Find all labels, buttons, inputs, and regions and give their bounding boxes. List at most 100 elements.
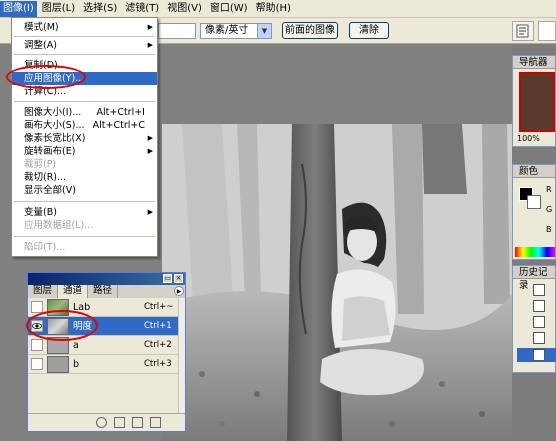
menu-item-label: 显示全部(V) (24, 185, 76, 196)
load-selection-icon[interactable] (96, 417, 107, 428)
visibility-toggle[interactable] (31, 301, 43, 313)
menu-separator (14, 236, 155, 237)
menu-item-label: 旋转画布(E) (24, 146, 76, 157)
history-step-icon[interactable] (533, 300, 545, 312)
submenu-arrow-icon: ▶ (147, 41, 153, 49)
color-ramp[interactable] (515, 247, 555, 257)
menu-item-label: 裁切(R)... (24, 172, 67, 183)
menu-item-label: 像素长宽比(X) (24, 133, 86, 144)
resolution-field[interactable] (158, 23, 196, 39)
channel-row-b[interactable]: b Ctrl+3 (28, 355, 178, 374)
close-icon[interactable]: × (174, 274, 183, 283)
menu-help[interactable]: 帮助(H) (253, 1, 294, 17)
menu-separator (14, 54, 155, 55)
unit-select-value: 像素/英寸 (205, 25, 249, 36)
menu-item-crop: 裁剪(P) (12, 158, 157, 171)
menu-item-apply-data-set: 应用数据组(L)... (12, 219, 157, 232)
photo-content (162, 124, 512, 441)
menu-separator (14, 101, 155, 102)
menu-item-label: 图像大小(I)... (24, 107, 82, 118)
color-channel-label: R (546, 185, 552, 194)
background-color-swatch[interactable] (527, 195, 541, 209)
clear-button[interactable]: 清除 (349, 22, 389, 39)
panel-titlebar[interactable]: ▭ × (28, 273, 185, 285)
menu-item-rotate-canvas[interactable]: 旋转画布(E) ▶ (12, 145, 157, 158)
menu-item-reveal-all[interactable]: 显示全部(V) (12, 184, 157, 197)
menu-window[interactable]: 窗口(W) (207, 1, 251, 17)
menu-separator (14, 201, 155, 202)
menu-separator (14, 36, 155, 37)
menu-image[interactable]: 图像(I) (0, 0, 37, 17)
new-channel-icon[interactable] (132, 417, 143, 428)
panel-title[interactable]: 历史记录 (513, 266, 555, 291)
submenu-arrow-icon: ▶ (147, 147, 153, 155)
menu-item-canvas-size[interactable]: 画布大小(S)... Alt+Ctrl+C (12, 119, 157, 132)
tab-channels[interactable]: 通道 (58, 285, 89, 298)
trash-icon[interactable] (150, 417, 161, 428)
image-menu-dropdown: 模式(M) ▶ 调整(A) ▶ 复制(D)... 应用图像(Y)... 计算(C).… (11, 17, 158, 257)
menu-item-shortcut: Alt+Ctrl+C (92, 120, 145, 131)
menubar: 图像(I) 图层(L) 选择(S) 滤镜(T) 视图(V) 窗口(W) 帮助(H… (0, 0, 556, 18)
visibility-toggle[interactable] (31, 339, 43, 351)
color-panel: 颜色 R G B (512, 164, 556, 260)
menu-item-label: 调整(A) (24, 40, 57, 51)
channel-thumbnail (47, 356, 69, 373)
chevron-down-icon: ▼ (257, 24, 271, 38)
menu-item-pixel-aspect[interactable]: 像素长宽比(X) ▶ (12, 132, 157, 145)
menu-item-label: 陷印(T)... (24, 242, 66, 253)
channel-name: b (73, 359, 80, 370)
panel-title[interactable]: 颜色 (513, 165, 555, 178)
annotation-circle (6, 65, 86, 89)
color-channel-label: G (546, 205, 553, 214)
history-step-icon[interactable] (533, 332, 545, 344)
front-image-button[interactable]: 前面的图像 (282, 22, 338, 39)
panel-scrollbar[interactable] (178, 298, 185, 413)
submenu-arrow-icon: ▶ (147, 23, 153, 31)
menu-item-image-size[interactable]: 图像大小(I)... Alt+Ctrl+I (12, 106, 157, 119)
menu-select[interactable]: 选择(S) (80, 1, 120, 17)
menu-item-mode[interactable]: 模式(M) ▶ (12, 21, 157, 34)
visibility-toggle[interactable] (31, 358, 43, 370)
minimize-icon[interactable]: ▭ (163, 274, 172, 283)
history-step-icon (533, 349, 545, 361)
submenu-arrow-icon: ▶ (147, 208, 153, 216)
palette-well-icon[interactable] (512, 21, 534, 41)
navigator-panel: 导航器 100% (512, 55, 556, 147)
menu-item-label: 变量(B) (24, 207, 57, 218)
channel-shortcut: Ctrl+1 (144, 321, 172, 331)
menu-item-shortcut: Alt+Ctrl+I (96, 107, 146, 118)
menu-item-adjust[interactable]: 调整(A) ▶ (12, 39, 157, 52)
menu-item-label: 应用数据组(L)... (24, 220, 94, 231)
history-step-icon[interactable] (533, 316, 545, 328)
menu-layer[interactable]: 图层(L) (39, 1, 78, 17)
history-step-icon[interactable] (533, 284, 545, 296)
menu-item-label: 画布大小(S)... (24, 120, 85, 131)
panel-tabs: 图层 通道 路径 ▶ (28, 285, 185, 298)
history-panel: 历史记录 (512, 265, 556, 373)
tab-paths[interactable]: 路径 (88, 285, 119, 298)
submenu-arrow-icon: ▶ (147, 134, 153, 142)
panel-footer (28, 413, 185, 431)
menu-item-trim[interactable]: 裁切(R)... (12, 171, 157, 184)
menu-filter[interactable]: 滤镜(T) (122, 1, 162, 17)
unit-select[interactable]: 像素/英寸 ▼ (200, 23, 272, 39)
channel-shortcut: Ctrl+~ (144, 302, 174, 312)
menu-item-variables[interactable]: 变量(B) ▶ (12, 206, 157, 219)
menu-item-label: 裁剪(P) (24, 159, 57, 170)
save-selection-icon[interactable] (114, 417, 125, 428)
panel-toggle-icon[interactable] (538, 21, 556, 41)
zoom-level[interactable]: 100% (517, 134, 540, 143)
panel-title[interactable]: 导航器 (513, 56, 555, 69)
menu-item-trap: 陷印(T)... (12, 241, 157, 254)
navigator-thumbnail[interactable] (519, 72, 555, 132)
color-channel-label: B (546, 225, 552, 234)
document-image[interactable] (162, 124, 512, 441)
channel-shortcut: Ctrl+3 (144, 359, 172, 369)
panel-menu-icon[interactable]: ▶ (174, 286, 184, 296)
tab-layers[interactable]: 图层 (28, 285, 59, 298)
menu-view[interactable]: 视图(V) (164, 1, 205, 17)
channel-shortcut: Ctrl+2 (144, 340, 172, 350)
menu-item-label: 模式(M) (24, 22, 59, 33)
annotation-circle (26, 310, 98, 341)
history-step-current[interactable] (517, 348, 556, 362)
